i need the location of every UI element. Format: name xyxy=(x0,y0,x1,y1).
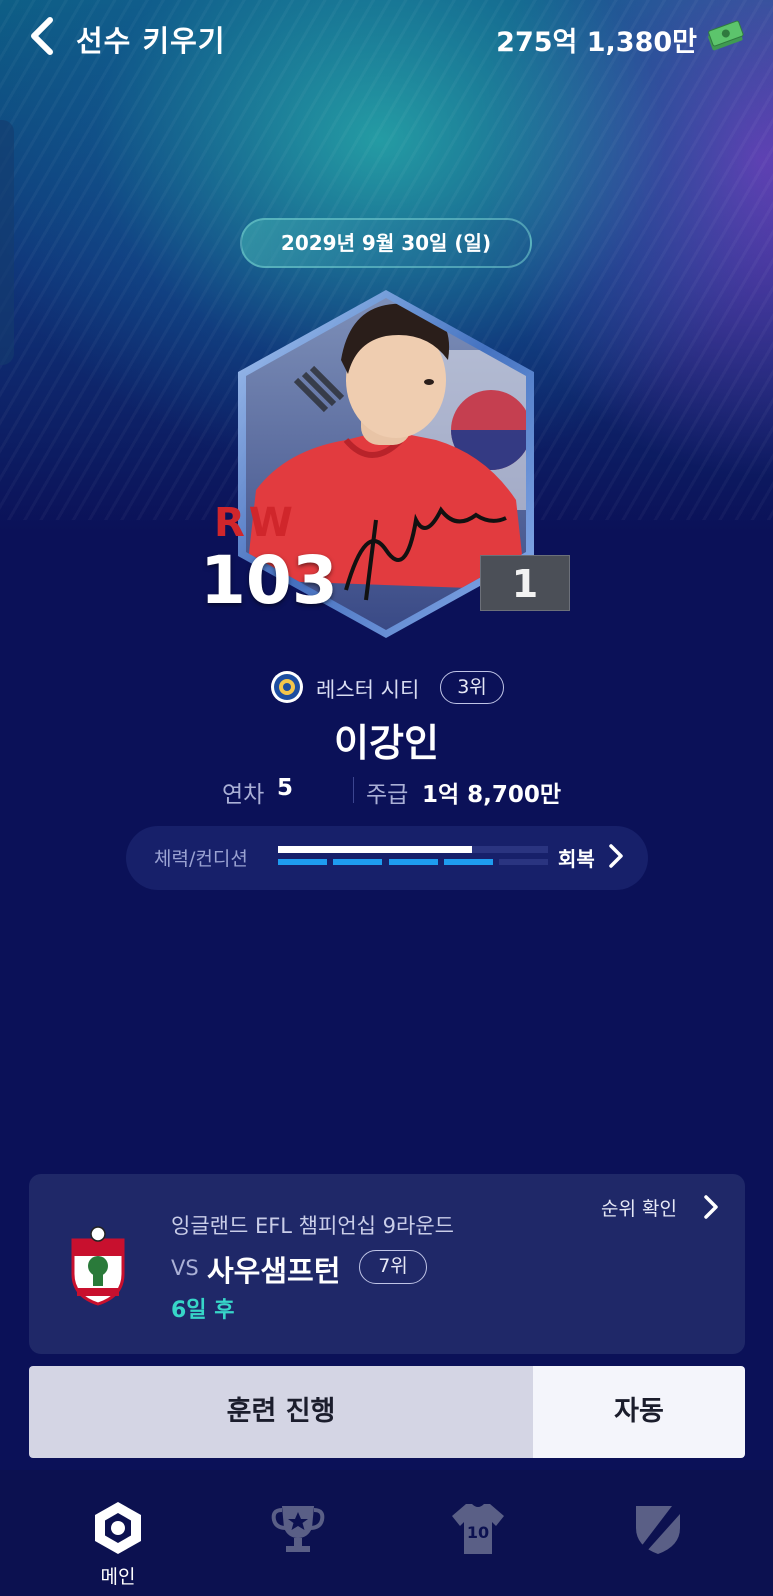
nav-item-jersey[interactable]: 10 xyxy=(403,1470,553,1596)
year-label: 연차 xyxy=(222,782,265,808)
opponent-name: 사우샘프턴 xyxy=(207,1254,341,1288)
condition-segment xyxy=(499,859,548,865)
club-name: 레스터 시티 xyxy=(316,678,420,702)
player-position: RW xyxy=(214,500,297,546)
stamina-panel: 체력/컨디션 회복 xyxy=(126,826,648,890)
jersey-number: 10 xyxy=(467,1523,489,1542)
stamina-bar-fill xyxy=(278,846,473,853)
balance-amount: 275억 1,380만 xyxy=(496,27,697,58)
auto-button[interactable]: 자동 xyxy=(533,1366,745,1458)
header: 선수 키우기 275억 1,380만 xyxy=(0,0,773,76)
wage-value: 1억 8,700만 xyxy=(422,782,562,808)
player-level-badge: 1 xyxy=(480,555,570,611)
nav-item-main[interactable]: 메인 xyxy=(43,1470,193,1596)
condition-segment xyxy=(333,859,383,865)
stamina-label: 체력/컨디션 xyxy=(154,848,248,870)
chevron-right-icon xyxy=(609,844,623,868)
stamina-bar xyxy=(278,846,548,853)
back-button[interactable] xyxy=(26,16,60,56)
main-hexagon-icon xyxy=(95,1502,141,1554)
recover-label: 회복 xyxy=(558,847,595,871)
club-row: 레스터 시티 3위 xyxy=(0,670,773,710)
money-stack-icon xyxy=(708,20,744,51)
chevron-right-icon xyxy=(704,1195,718,1219)
date-pill: 2029년 9월 30일 (일) xyxy=(240,218,532,268)
shield-icon xyxy=(636,1506,680,1554)
nav-item-club[interactable] xyxy=(583,1470,733,1596)
vs-label: VS xyxy=(171,1256,199,1280)
condition-segment xyxy=(278,859,327,865)
info-divider xyxy=(353,777,354,803)
condition-segments xyxy=(278,859,548,865)
train-button[interactable]: 훈련 진행 xyxy=(29,1366,533,1458)
jersey-icon: 10 xyxy=(452,1504,504,1554)
club-rank-badge: 3위 xyxy=(440,671,504,704)
view-ranking-link[interactable]: 순위 확인 xyxy=(601,1192,725,1226)
nav-label-main: 메인 xyxy=(100,1566,136,1588)
nav-item-trophy[interactable] xyxy=(223,1470,373,1596)
trophy-icon xyxy=(271,1506,325,1552)
page-title: 선수 키우기 xyxy=(76,24,226,58)
southampton-crest-icon xyxy=(71,1226,125,1306)
match-round: 잉글랜드 EFL 챔피언십 9라운드 xyxy=(171,1214,454,1238)
opponent-rank-badge: 7위 xyxy=(359,1250,427,1284)
player-overall: 103 xyxy=(200,542,338,619)
side-drawer-handle[interactable] xyxy=(0,120,14,365)
ranking-link-label: 순위 확인 xyxy=(601,1198,677,1220)
condition-segment xyxy=(388,859,438,865)
wage-label: 주급 xyxy=(366,782,409,808)
next-match-panel[interactable]: 잉글랜드 EFL 챔피언십 9라운드 VS 사우샘프턴 7위 6일 후 순위 확… xyxy=(29,1174,745,1354)
days-until-match: 6일 후 xyxy=(171,1298,235,1323)
condition-segment xyxy=(443,859,493,865)
player-info-row: 연차 5 주급 1억 8,700만 xyxy=(0,773,773,809)
chevron-left-icon xyxy=(31,17,53,55)
player-name: 이강인 xyxy=(334,721,439,765)
year-value: 5 xyxy=(277,775,294,801)
leicester-crest-icon xyxy=(271,671,303,703)
bottom-nav: 메인 10 xyxy=(0,1470,773,1596)
recover-button[interactable]: 회복 xyxy=(558,836,632,876)
